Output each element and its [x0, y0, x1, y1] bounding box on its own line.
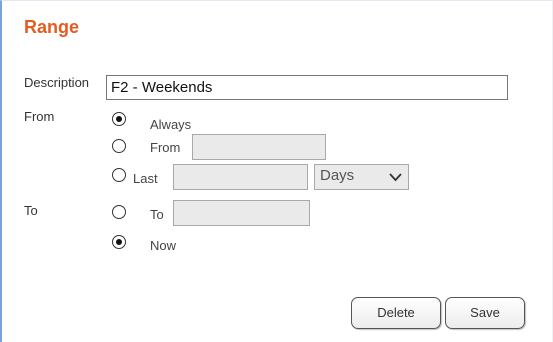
radio-always-label: Always: [150, 117, 192, 132]
radio-to-label: To: [150, 207, 164, 222]
radio-from[interactable]: [112, 139, 126, 153]
description-input[interactable]: [106, 75, 508, 100]
unit-select[interactable]: Days: [314, 164, 409, 190]
from-label: From: [24, 109, 55, 124]
radio-last[interactable]: [112, 168, 126, 182]
panel-title: Range: [24, 17, 80, 37]
description-label: Description: [24, 75, 90, 90]
radio-now[interactable]: [112, 235, 126, 249]
save-button[interactable]: Save: [445, 297, 525, 329]
delete-button[interactable]: Delete: [351, 297, 441, 329]
from-date-input[interactable]: [192, 134, 326, 160]
chevron-down-icon: [389, 173, 402, 182]
radio-now-label: Now: [150, 238, 177, 253]
range-panel: Range Description From Always From Last …: [0, 0, 553, 342]
radio-always[interactable]: [112, 112, 126, 126]
last-amount-input[interactable]: [173, 164, 308, 190]
radio-from-label: From: [150, 140, 181, 155]
to-label: To: [24, 203, 38, 218]
radio-selected-dot: [115, 238, 122, 245]
unit-select-value: Days: [320, 167, 355, 184]
radio-to[interactable]: [112, 205, 126, 219]
to-date-input[interactable]: [173, 200, 310, 226]
radio-selected-dot: [115, 115, 122, 122]
radio-last-label: Last: [133, 171, 158, 186]
